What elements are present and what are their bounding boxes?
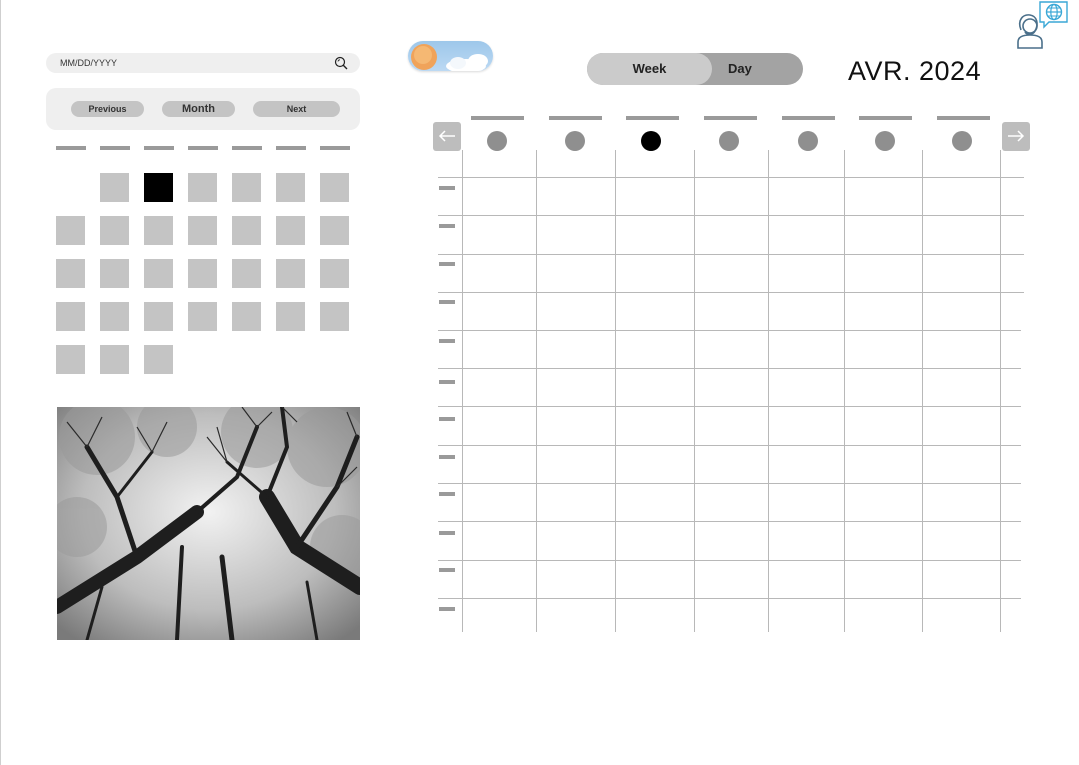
previous-week-button[interactable]	[433, 122, 461, 151]
mini-calendar-nav: Previous Month Next	[46, 88, 360, 130]
hour-label	[439, 339, 455, 343]
next-month-button[interactable]: Next	[253, 101, 340, 117]
weekday-header	[320, 146, 350, 150]
sun-icon	[411, 44, 437, 70]
day-view-tab[interactable]: Day	[712, 53, 803, 85]
cloud-icon	[446, 54, 488, 71]
mini-calendar-day[interactable]	[100, 302, 129, 331]
mini-calendar-day[interactable]	[320, 259, 349, 288]
weekday-header	[144, 146, 174, 150]
hour-row-divider	[438, 406, 1021, 407]
weekday-label	[549, 116, 602, 120]
hour-row-divider	[438, 177, 1024, 178]
mini-calendar-day[interactable]	[144, 302, 173, 331]
mini-calendar-day[interactable]	[320, 216, 349, 245]
mini-calendar-day[interactable]	[56, 216, 85, 245]
hour-label	[439, 262, 455, 266]
weekday-header	[276, 146, 306, 150]
hour-label	[439, 186, 455, 190]
weekday-header	[232, 146, 262, 150]
view-toggle: Week Day	[587, 53, 803, 85]
next-week-button[interactable]	[1002, 122, 1030, 151]
hour-row-divider	[438, 368, 1021, 369]
hour-label	[439, 607, 455, 611]
hour-label	[439, 224, 455, 228]
hour-row-divider	[438, 254, 1024, 255]
weather-toggle[interactable]	[408, 41, 493, 71]
arrow-left-icon	[438, 130, 455, 142]
month-button[interactable]: Month	[162, 101, 235, 117]
mini-calendar-day[interactable]	[144, 345, 173, 374]
mini-calendar-day[interactable]	[276, 216, 305, 245]
hour-label	[439, 380, 455, 384]
day-number[interactable]	[952, 131, 972, 151]
mini-calendar-day-selected[interactable]	[144, 173, 173, 202]
mini-calendar-day[interactable]	[276, 173, 305, 202]
day-number[interactable]	[565, 131, 585, 151]
week-view-tab[interactable]: Week	[587, 53, 712, 85]
hour-row-divider	[438, 445, 1021, 446]
hour-label	[439, 455, 455, 459]
weekday-label	[471, 116, 524, 120]
hour-label	[439, 417, 455, 421]
arrow-right-icon	[1008, 130, 1025, 142]
hour-row-divider	[438, 330, 1021, 331]
mini-calendar-day[interactable]	[144, 259, 173, 288]
mini-calendar-day[interactable]	[232, 302, 261, 331]
weekday-header	[56, 146, 86, 150]
page-left-border	[0, 0, 1, 765]
mini-calendar-day[interactable]	[276, 302, 305, 331]
weekday-label	[626, 116, 679, 120]
mini-calendar-day[interactable]	[232, 259, 261, 288]
hour-label	[439, 492, 455, 496]
mini-calendar-day[interactable]	[144, 216, 173, 245]
mini-calendar-day[interactable]	[188, 259, 217, 288]
mini-calendar-day[interactable]	[232, 216, 261, 245]
user-language-icon[interactable]	[1013, 0, 1069, 52]
mini-calendar-day[interactable]	[276, 259, 305, 288]
hour-label	[439, 568, 455, 572]
day-number[interactable]	[875, 131, 895, 151]
hour-row-divider	[438, 483, 1021, 484]
date-search-input[interactable]: MM/DD/YYYY	[46, 53, 360, 73]
mini-calendar-day[interactable]	[56, 302, 85, 331]
person-icon	[1017, 14, 1043, 49]
day-number-today[interactable]	[641, 131, 661, 151]
month-year-title: AVR. 2024	[848, 56, 982, 86]
mini-calendar-day[interactable]	[232, 173, 261, 202]
weekday-header	[100, 146, 130, 150]
mini-calendar-day[interactable]	[188, 216, 217, 245]
mini-calendar-day[interactable]	[188, 173, 217, 202]
hour-row-divider	[438, 215, 1024, 216]
forest-photo	[57, 407, 360, 640]
mini-calendar-day[interactable]	[100, 345, 129, 374]
mini-calendar-day[interactable]	[100, 259, 129, 288]
search-icon[interactable]	[334, 56, 348, 70]
weekday-label	[704, 116, 757, 120]
weekday-label	[937, 116, 990, 120]
weekday-header	[188, 146, 218, 150]
day-number[interactable]	[487, 131, 507, 151]
weekday-label	[782, 116, 835, 120]
day-number[interactable]	[719, 131, 739, 151]
weekday-label	[859, 116, 912, 120]
globe-icon	[1039, 1, 1068, 29]
hour-label	[439, 531, 455, 535]
hour-row-divider	[438, 598, 1021, 599]
hour-label	[439, 300, 455, 304]
hour-row-divider	[438, 521, 1021, 522]
date-placeholder: MM/DD/YYYY	[60, 58, 118, 68]
hour-row-divider	[438, 560, 1021, 561]
mini-calendar-day[interactable]	[188, 302, 217, 331]
mini-calendar-day[interactable]	[100, 216, 129, 245]
mini-calendar-day[interactable]	[320, 173, 349, 202]
mini-calendar-day[interactable]	[320, 302, 349, 331]
mini-calendar-day[interactable]	[100, 173, 129, 202]
day-number[interactable]	[798, 131, 818, 151]
mini-calendar-day[interactable]	[56, 259, 85, 288]
hour-row-divider	[438, 292, 1024, 293]
previous-month-button[interactable]: Previous	[71, 101, 144, 117]
mini-calendar-day[interactable]	[56, 345, 85, 374]
